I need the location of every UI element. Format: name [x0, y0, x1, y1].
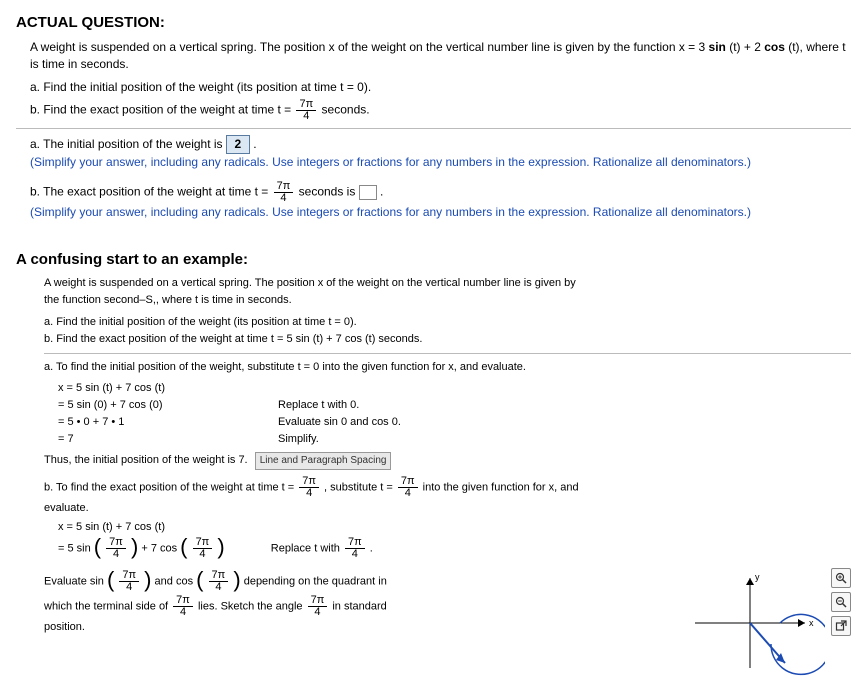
lparen-icon-4: ( [196, 571, 203, 589]
zoom-in-icon[interactable] [831, 568, 851, 588]
ex-l2-right: Replace t with 0. [278, 398, 851, 413]
lparen-icon-3: ( [107, 571, 114, 589]
answer-a-input[interactable]: 2 [226, 135, 250, 154]
answer-b-line: b. The exact position of the weight at t… [30, 181, 851, 204]
ex-frac-5: 7π4 [345, 537, 365, 560]
cos-bold: cos [764, 40, 785, 54]
ex-frac-8: 7π4 [173, 595, 193, 618]
stmt-prefix: A weight is suspended on a vertical spri… [30, 40, 709, 54]
ex-divider [44, 353, 851, 354]
ex-b-intro-pre: b. To find the exact position of the wei… [44, 481, 297, 493]
ex-frac-9: 7π4 [308, 595, 328, 618]
ex-eval-suf: depending on the quadrant in [244, 575, 387, 587]
answer-b-input[interactable] [359, 185, 377, 200]
ex-which-pre: which the terminal side of [44, 600, 171, 612]
angle-diagram: x y [685, 568, 825, 678]
ex-position: position. [44, 620, 675, 635]
ex-evaluate: evaluate. [44, 501, 851, 516]
lparen-icon-2: ( [180, 538, 187, 556]
ex-eval-line: Evaluate sin ( 7π4 ) and cos ( 7π4 ) dep… [44, 570, 675, 593]
rparen-icon: ) [131, 538, 138, 556]
ex-sub-pre: = 5 sin [58, 542, 94, 554]
ex-frac-1: 7π4 [299, 476, 319, 499]
svg-text:x: x [809, 618, 814, 628]
ex-b-intro-mid: , substitute t = [324, 481, 396, 493]
fraction-7pi-4: 7π4 [296, 99, 316, 122]
actual-question-title: ACTUAL QUESTION: [16, 12, 851, 33]
sin-bold: sin [709, 40, 726, 54]
ex-statement-1: A weight is suspended on a vertical spri… [44, 276, 851, 291]
answer-b-period: . [380, 185, 383, 199]
ex-part-a: a. Find the initial position of the weig… [44, 315, 851, 330]
ex-line-sub: = 5 sin ( 7π4 ) + 7 cos ( 7π4 ) Replace … [58, 537, 851, 560]
fraction-7pi-4-b: 7π4 [274, 181, 294, 204]
ex-eval-pre: Evaluate sin [44, 575, 107, 587]
hint-a: (Simplify your answer, including any rad… [30, 154, 851, 171]
ex-frac-6: 7π4 [119, 570, 139, 593]
zoom-out-icon[interactable] [831, 592, 851, 612]
frac-den: 4 [296, 111, 316, 122]
ex-frac-4: 7π4 [193, 537, 213, 560]
part-b-suffix: seconds. [322, 103, 370, 117]
rparen-icon-3: ) [144, 571, 151, 589]
ex-frac-2: 7π4 [398, 476, 418, 499]
ex-sub-mid: + 7 cos [141, 542, 180, 554]
ex-b-intro: b. To find the exact position of the wei… [44, 476, 851, 499]
ex-frac-3: 7π4 [106, 537, 126, 560]
tooltip-spacing[interactable]: Line and Paragraph Spacing [255, 452, 392, 470]
ex-line-x: x = 5 sin (t) + 7 cos (t) [58, 520, 851, 535]
ex-replace-pre: Replace t with [271, 542, 343, 554]
stmt-mid: (t) + 2 [726, 40, 764, 54]
ex-part-b: b. Find the exact position of the weight… [44, 332, 851, 347]
ex-which-suf: in standard [332, 600, 386, 612]
answer-b-prefix: b. The exact position of the weight at t… [30, 185, 272, 199]
ex-thus: Thus, the initial position of the weight… [44, 454, 248, 466]
frac-den-b: 4 [274, 193, 294, 204]
rparen-icon-4: ) [233, 571, 240, 589]
hint-b: (Simplify your answer, including any rad… [30, 204, 851, 221]
ex-l3-left: = 5 • 0 + 7 • 1 [58, 415, 278, 430]
popout-icon[interactable] [831, 616, 851, 636]
ex-b-intro-suf: into the given function for x, and [423, 481, 579, 493]
svg-text:y: y [755, 572, 760, 582]
ex-thus-line: Thus, the initial position of the weight… [44, 452, 851, 470]
ex-l1-left: x = 5 sin (t) + 7 cos (t) [58, 381, 278, 396]
ex-step-a-intro: a. To find the initial position of the w… [44, 360, 851, 375]
answer-a-line: a. The initial position of the weight is… [30, 135, 851, 154]
ex-l2-left: = 5 sin (0) + 7 cos (0) [58, 398, 278, 413]
part-a-question: a. Find the initial position of the weig… [30, 79, 851, 96]
ex-l4-left: = 7 [58, 432, 278, 447]
part-b-prefix: b. Find the exact position of the weight… [30, 103, 294, 117]
ex-replace-suf: . [370, 542, 373, 554]
ex-statement-2: the function second–S,, where t is time … [44, 293, 851, 308]
ex-l3-right: Evaluate sin 0 and cos 0. [278, 415, 851, 430]
ex-which-line: which the terminal side of 7π4 lies. Ske… [44, 595, 675, 618]
ex-which-mid: lies. Sketch the angle [198, 600, 306, 612]
divider [16, 128, 851, 129]
ex-eval-mid: and cos [155, 575, 197, 587]
answer-a-period: . [253, 137, 256, 151]
answer-b-mid: seconds is [299, 185, 359, 199]
figure-tool-column [831, 568, 851, 636]
ex-frac-7: 7π4 [209, 570, 229, 593]
example-title: A confusing start to an example: [16, 249, 851, 270]
lparen-icon: ( [94, 538, 101, 556]
problem-statement: A weight is suspended on a vertical spri… [30, 39, 851, 73]
part-b-question: b. Find the exact position of the weight… [30, 99, 851, 122]
answer-a-prefix: a. The initial position of the weight is [30, 137, 226, 151]
rparen-icon-2: ) [217, 538, 224, 556]
ex-l4-right: Simplify. [278, 432, 851, 447]
